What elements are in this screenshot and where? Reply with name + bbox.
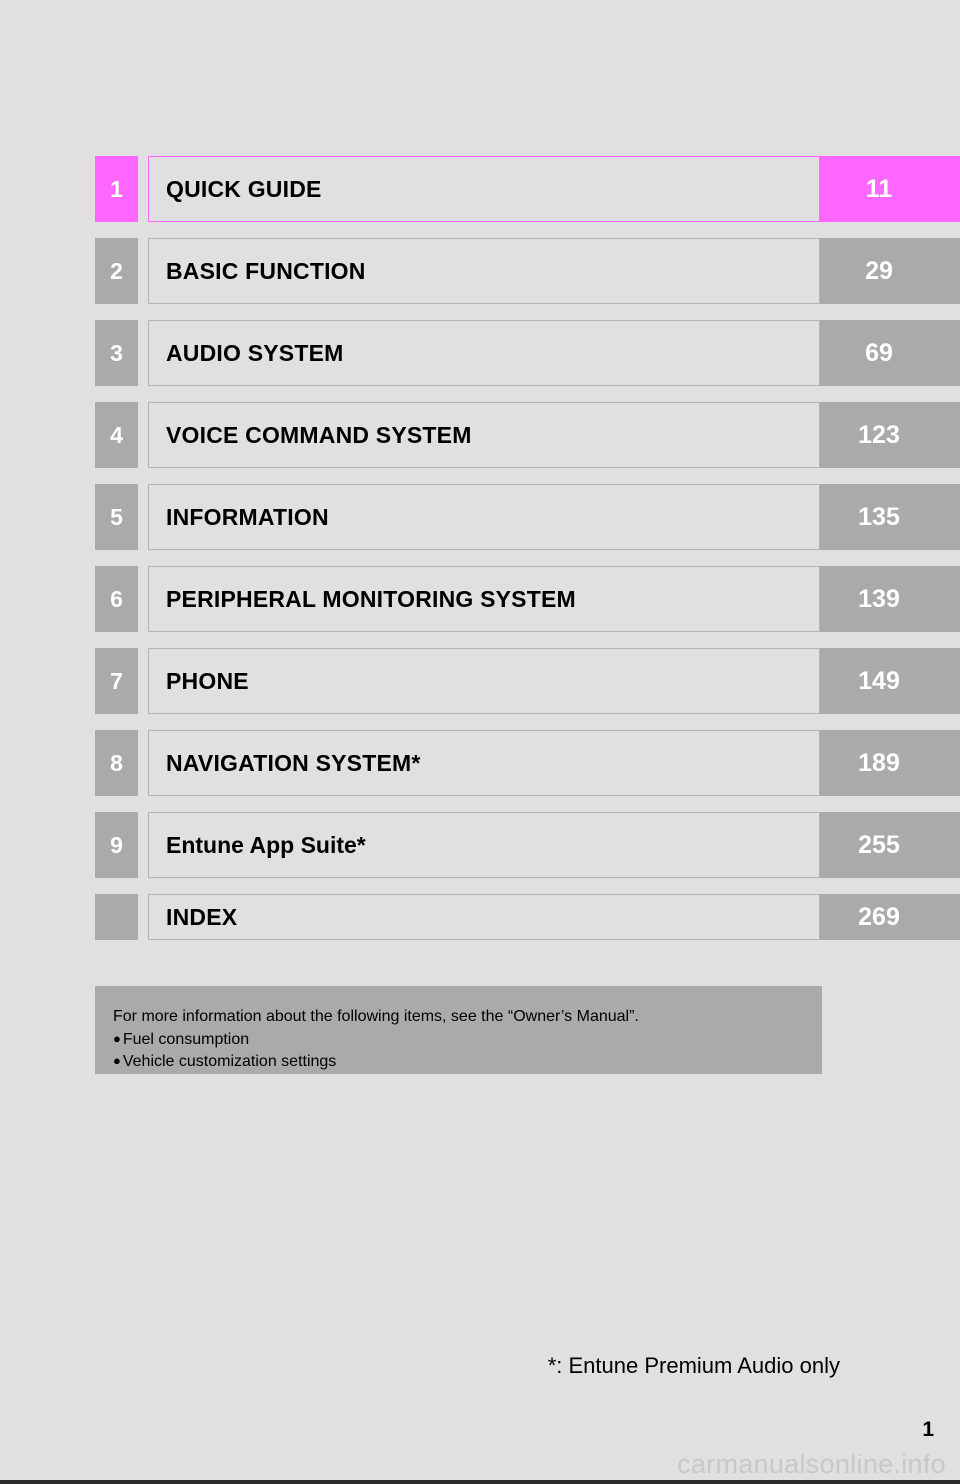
left-margin-spacer — [0, 894, 95, 940]
left-margin-spacer — [0, 156, 95, 222]
tab-gap — [138, 320, 148, 386]
info-intro-text: For more information about the following… — [113, 1006, 822, 1029]
toc-page-number[interactable]: 139 — [820, 566, 960, 632]
info-bullet-label: Vehicle customization settings — [123, 1053, 336, 1070]
toc-section-tab[interactable]: 5 — [95, 484, 138, 550]
tab-gap — [138, 730, 148, 796]
toc-title-box[interactable]: QUICK GUIDE — [148, 156, 820, 222]
toc-title-box[interactable]: AUDIO SYSTEM — [148, 320, 820, 386]
toc-row[interactable]: 2 BASIC FUNCTION 29 — [0, 238, 960, 304]
toc-title-label: INDEX — [166, 906, 237, 929]
footnote-text: *: Entune Premium Audio only — [548, 1353, 840, 1379]
page-folio-number: 1 — [922, 1418, 934, 1442]
tab-gap — [138, 156, 148, 222]
toc-title-box[interactable]: Entune App Suite* — [148, 812, 820, 878]
bullet-dot-icon: ● — [113, 1031, 121, 1046]
toc-title-label: AUDIO SYSTEM — [166, 342, 343, 365]
toc-title-label: NAVIGATION SYSTEM* — [166, 752, 421, 775]
toc-section-tab[interactable]: 8 — [95, 730, 138, 796]
toc-title-box[interactable]: INDEX — [148, 894, 820, 940]
toc-row[interactable]: 4 VOICE COMMAND SYSTEM 123 — [0, 402, 960, 468]
left-margin-spacer — [0, 484, 95, 550]
toc-title-label: Entune App Suite* — [166, 834, 366, 857]
tab-gap — [138, 402, 148, 468]
toc-section-tab[interactable]: 1 — [95, 156, 138, 222]
toc-page-number[interactable]: 69 — [820, 320, 960, 386]
tab-gap — [138, 484, 148, 550]
table-of-contents: 1 QUICK GUIDE 11 2 BASIC FUNCTION 29 3 AUDIO SY… — [0, 156, 960, 940]
toc-page-number[interactable]: 149 — [820, 648, 960, 714]
toc-row[interactable]: INDEX 269 — [0, 894, 960, 940]
toc-row[interactable]: 6 PERIPHERAL MONITORING SYSTEM 139 — [0, 566, 960, 632]
left-margin-spacer — [0, 730, 95, 796]
toc-section-tab[interactable] — [95, 894, 138, 940]
info-bullet-item: ●Vehicle customization settings — [113, 1051, 822, 1074]
toc-row[interactable]: 5 INFORMATION 135 — [0, 484, 960, 550]
toc-row[interactable]: 9 Entune App Suite* 255 — [0, 812, 960, 878]
toc-row[interactable]: 3 AUDIO SYSTEM 69 — [0, 320, 960, 386]
left-margin-spacer — [0, 320, 95, 386]
manual-contents-page: 1 QUICK GUIDE 11 2 BASIC FUNCTION 29 3 AUDIO SY… — [0, 0, 960, 1484]
toc-page-number[interactable]: 123 — [820, 402, 960, 468]
left-margin-spacer — [0, 566, 95, 632]
toc-row[interactable]: 8 NAVIGATION SYSTEM* 189 — [0, 730, 960, 796]
toc-section-tab[interactable]: 6 — [95, 566, 138, 632]
bullet-dot-icon: ● — [113, 1053, 121, 1068]
toc-section-tab[interactable]: 2 — [95, 238, 138, 304]
toc-title-label: VOICE COMMAND SYSTEM — [166, 424, 472, 447]
left-margin-spacer — [0, 648, 95, 714]
toc-title-label: PERIPHERAL MONITORING SYSTEM — [166, 588, 576, 611]
toc-section-tab[interactable]: 9 — [95, 812, 138, 878]
toc-page-number[interactable]: 29 — [820, 238, 960, 304]
toc-title-box[interactable]: PERIPHERAL MONITORING SYSTEM — [148, 566, 820, 632]
toc-section-tab[interactable]: 3 — [95, 320, 138, 386]
owners-manual-info-box: For more information about the following… — [95, 986, 822, 1074]
site-watermark: carmanualsonline.info — [677, 1449, 946, 1480]
toc-section-tab[interactable]: 7 — [95, 648, 138, 714]
toc-title-label: PHONE — [166, 670, 249, 693]
toc-page-number[interactable]: 269 — [820, 894, 960, 940]
tab-gap — [138, 238, 148, 304]
toc-title-box[interactable]: PHONE — [148, 648, 820, 714]
left-margin-spacer — [0, 402, 95, 468]
info-bullet-label: Fuel consumption — [123, 1031, 249, 1048]
info-bullet-item: ●Fuel consumption — [113, 1029, 822, 1052]
toc-page-number[interactable]: 11 — [820, 156, 960, 222]
toc-title-box[interactable]: VOICE COMMAND SYSTEM — [148, 402, 820, 468]
toc-page-number[interactable]: 189 — [820, 730, 960, 796]
tab-gap — [138, 812, 148, 878]
left-margin-spacer — [0, 812, 95, 878]
toc-section-tab[interactable]: 4 — [95, 402, 138, 468]
tab-gap — [138, 566, 148, 632]
bottom-rule — [0, 1480, 960, 1484]
toc-title-label: QUICK GUIDE — [166, 178, 322, 201]
toc-title-box[interactable]: INFORMATION — [148, 484, 820, 550]
toc-row[interactable]: 1 QUICK GUIDE 11 — [0, 156, 960, 222]
left-margin-spacer — [0, 238, 95, 304]
toc-page-number[interactable]: 255 — [820, 812, 960, 878]
toc-row[interactable]: 7 PHONE 149 — [0, 648, 960, 714]
toc-title-label: BASIC FUNCTION — [166, 260, 366, 283]
toc-title-box[interactable]: NAVIGATION SYSTEM* — [148, 730, 820, 796]
tab-gap — [138, 894, 148, 940]
toc-title-label: INFORMATION — [166, 506, 329, 529]
tab-gap — [138, 648, 148, 714]
toc-page-number[interactable]: 135 — [820, 484, 960, 550]
toc-title-box[interactable]: BASIC FUNCTION — [148, 238, 820, 304]
